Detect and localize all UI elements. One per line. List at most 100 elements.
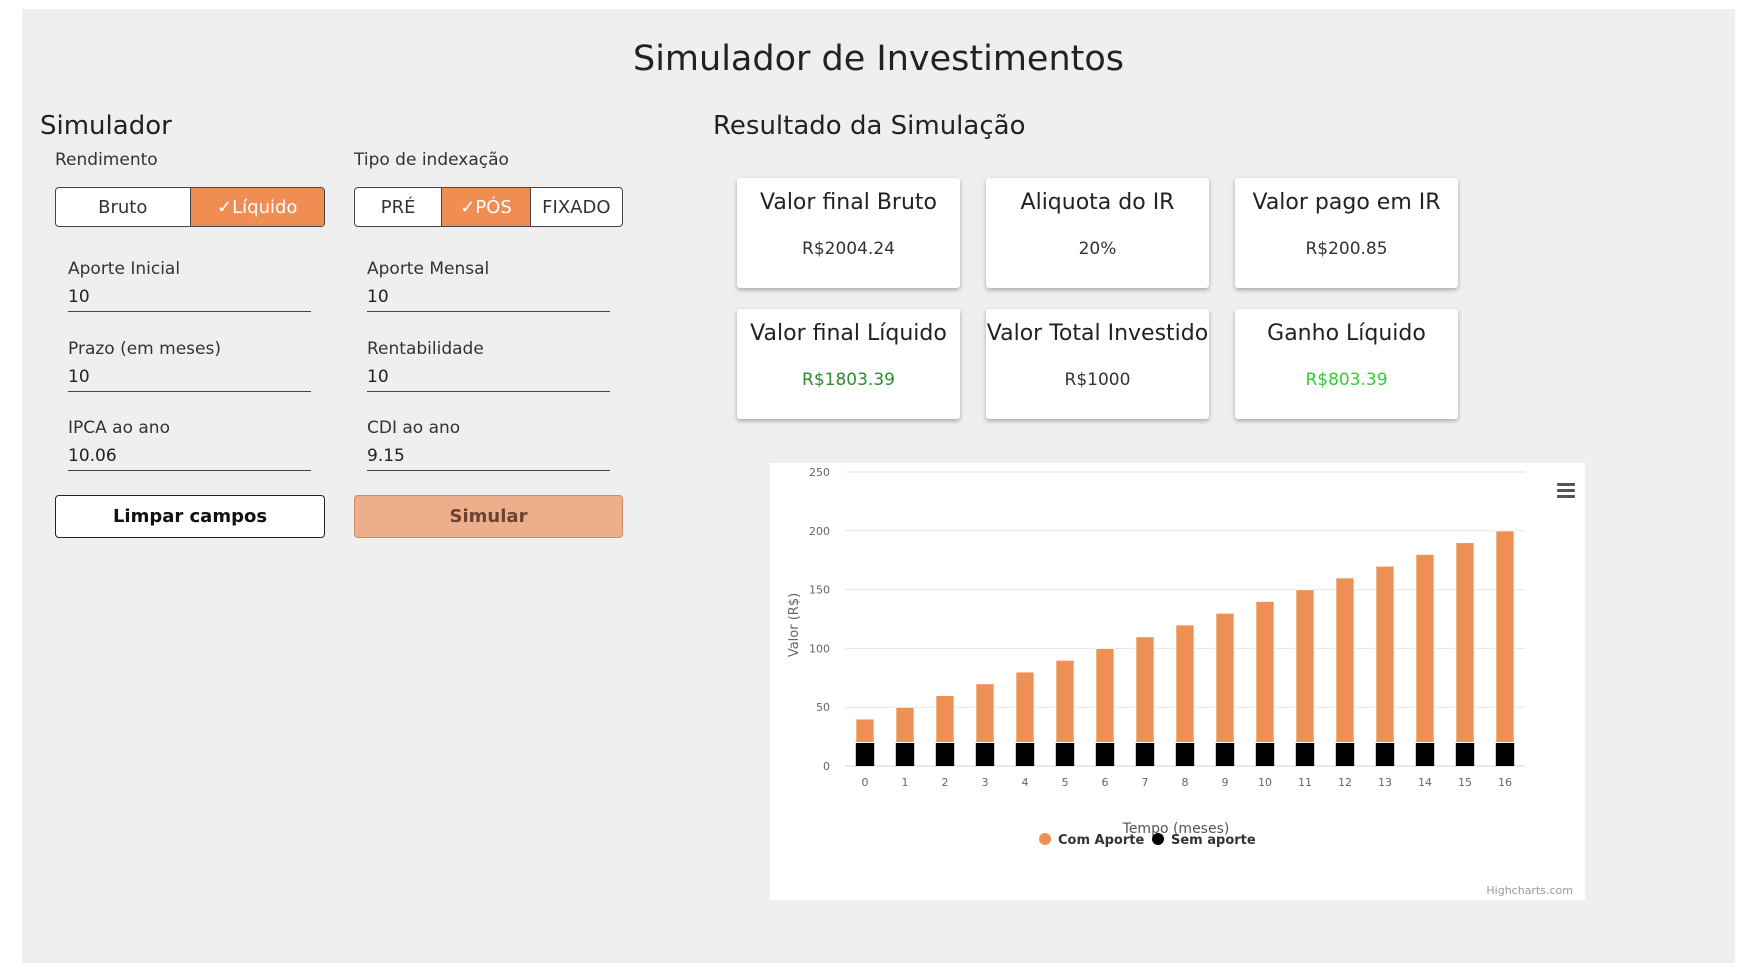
x-tick-label: 6 (1102, 776, 1109, 789)
indexacao-label: Tipo de indexação (354, 150, 509, 170)
bar-com-aporte[interactable] (1135, 636, 1155, 743)
result-card-valor-final-liquido: Valor final Líquido R$1803.39 (737, 309, 960, 419)
cdi-field: CDI ao ano (367, 418, 610, 471)
bar-com-aporte[interactable] (1015, 671, 1035, 743)
card-value: R$2004.24 (802, 239, 895, 259)
bar-sem-aporte[interactable] (1095, 742, 1115, 766)
x-tick-label: 3 (982, 776, 989, 789)
bar-com-aporte[interactable] (1095, 647, 1115, 743)
aporte-mensal-label: Aporte Mensal (367, 259, 490, 279)
card-title: Ganho Líquido (1267, 321, 1426, 346)
card-title: Valor final Líquido (750, 321, 947, 346)
ipca-input[interactable] (68, 444, 311, 471)
results-heading: Resultado da Simulação (713, 111, 1026, 141)
x-tick-label: 15 (1458, 776, 1472, 789)
bar-sem-aporte[interactable] (975, 742, 995, 766)
prazo-field: Prazo (em meses) (68, 339, 311, 392)
bar-com-aporte[interactable] (1215, 612, 1235, 743)
x-tick-label: 5 (1062, 776, 1069, 789)
indexacao-pre-option[interactable]: PRÉ (355, 188, 443, 226)
result-card-ganho-liquido: Ganho Líquido R$803.39 (1235, 309, 1458, 419)
legend-item[interactable]: Com Aporte (1039, 833, 1144, 848)
aporte-mensal-input[interactable] (367, 285, 610, 312)
clear-fields-button[interactable]: Limpar campos (55, 495, 325, 538)
card-title: Valor Total Investido (986, 321, 1209, 346)
bar-sem-aporte[interactable] (935, 742, 955, 766)
chart-credits: Highcharts.com (1486, 884, 1573, 897)
aporte-inicial-input[interactable] (68, 285, 311, 312)
bar-sem-aporte[interactable] (895, 742, 915, 766)
bar-sem-aporte[interactable] (855, 742, 875, 766)
bar-com-aporte[interactable] (1455, 542, 1475, 743)
x-tick-label: 4 (1022, 776, 1029, 789)
bar-com-aporte[interactable] (1415, 553, 1435, 743)
ipca-field: IPCA ao ano (68, 418, 311, 471)
x-tick-label: 0 (862, 776, 869, 789)
indexacao-fixado-option[interactable]: FIXADO (531, 188, 622, 226)
result-card-aliquota-ir: Aliquota do IR 20% (986, 178, 1209, 288)
aporte-inicial-label: Aporte Inicial (68, 259, 181, 279)
bar-com-aporte[interactable] (1335, 577, 1355, 743)
bar-sem-aporte[interactable] (1055, 742, 1075, 766)
bar-com-aporte[interactable] (1255, 600, 1275, 743)
x-axis-ticks: 0 1 2 3 4 5 6 7 8 9 10 11 12 13 14 15 16 (862, 776, 1513, 789)
rendimento-bruto-option[interactable]: Bruto (56, 188, 191, 226)
y-axis-ticks: 0 50 100 150 200 250 (809, 466, 830, 773)
rentabilidade-field: Rentabilidade (367, 339, 610, 392)
bar-sem-aporte[interactable] (1015, 742, 1035, 766)
simulate-button[interactable]: Simular (354, 495, 623, 538)
bar-com-aporte[interactable] (895, 706, 915, 743)
bar-sem-aporte[interactable] (1455, 742, 1475, 766)
bar-sem-aporte[interactable] (1495, 742, 1515, 766)
bar-com-aporte[interactable] (1295, 589, 1315, 743)
ipca-label: IPCA ao ano (68, 418, 170, 438)
rentabilidade-label: Rentabilidade (367, 339, 484, 359)
rendimento-toggle: Bruto ✓Líquido (55, 187, 325, 227)
x-tick-label: 11 (1298, 776, 1312, 789)
y-axis-label: Valor (R$) (787, 593, 802, 657)
bar-sem-aporte[interactable] (1175, 742, 1195, 766)
legend-label: Sem aporte (1171, 833, 1256, 848)
bar-sem-aporte[interactable] (1415, 742, 1435, 766)
y-tick-label: 200 (809, 525, 830, 538)
bar-com-aporte[interactable] (935, 694, 955, 743)
bar-com-aporte[interactable] (975, 683, 995, 743)
bar-com-aporte[interactable] (1495, 530, 1515, 743)
hamburger-menu-icon[interactable] (1557, 483, 1575, 498)
card-title: Aliquota do IR (1020, 190, 1175, 215)
cdi-input[interactable] (367, 444, 610, 471)
bar-com-aporte[interactable] (855, 718, 875, 743)
bar-com-aporte[interactable] (1375, 565, 1395, 743)
bar-com-aporte[interactable] (1055, 659, 1075, 743)
rendimento-liquido-option[interactable]: ✓Líquido (190, 188, 324, 226)
rendimento-label: Rendimento (55, 150, 158, 170)
y-tick-label: 150 (809, 584, 830, 597)
bar-com-aporte[interactable] (1175, 624, 1195, 743)
bar-sem-aporte[interactable] (1255, 742, 1275, 766)
y-tick-label: 100 (809, 642, 830, 655)
rentabilidade-input[interactable] (367, 365, 610, 392)
result-card-valor-final-bruto: Valor final Bruto R$2004.24 (737, 178, 960, 288)
indexacao-pos-option[interactable]: ✓PÓS (442, 188, 531, 226)
bar-sem-aporte[interactable] (1375, 742, 1395, 766)
bar-sem-aporte[interactable] (1335, 742, 1355, 766)
bar-sem-aporte[interactable] (1135, 742, 1155, 766)
prazo-input[interactable] (68, 365, 311, 392)
aporte-inicial-field: Aporte Inicial (68, 259, 311, 312)
page-title: Simulador de Investimentos (632, 39, 1125, 79)
cdi-label: CDI ao ano (367, 418, 461, 438)
bar-sem-aporte[interactable] (1215, 742, 1235, 766)
indexacao-toggle: PRÉ ✓PÓS FIXADO (354, 187, 623, 227)
card-value: R$200.85 (1305, 239, 1388, 259)
card-title: Valor pago em IR (1252, 190, 1441, 215)
x-tick-label: 16 (1498, 776, 1512, 789)
x-tick-label: 9 (1222, 776, 1229, 789)
prazo-label: Prazo (em meses) (68, 339, 221, 359)
card-value: 20% (1078, 239, 1117, 259)
bar-sem-aporte[interactable] (1295, 742, 1315, 766)
legend-label: Com Aporte (1058, 833, 1144, 848)
result-card-valor-pago-ir: Valor pago em IR R$200.85 (1235, 178, 1458, 288)
card-value: R$1803.39 (802, 370, 895, 390)
card-value: R$1000 (1064, 370, 1131, 390)
y-tick-label: 250 (809, 466, 830, 479)
